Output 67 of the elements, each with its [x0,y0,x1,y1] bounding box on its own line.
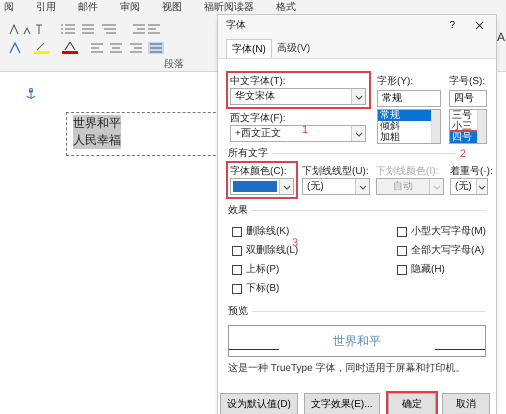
list-option[interactable]: 常规 [378,110,431,121]
dialog-button[interactable]: 文字效果(E)... [304,393,380,414]
behind-text: A [497,29,506,46]
checkbox[interactable] [232,246,242,256]
ribbon-tab[interactable]: 阅 [4,0,14,15]
checkbox[interactable] [397,264,407,274]
checkbox[interactable] [232,226,242,236]
size-field[interactable]: 四号 [449,90,487,107]
field-label: 中文字体(T): [230,75,287,88]
section-heading: 所有文字 [228,146,268,161]
color-picker[interactable] [230,178,294,195]
checkbox-label: 下标(B) [246,282,280,296]
ribbon-tab[interactable]: 邮件 [78,0,98,15]
font-description: 这是一种 TrueType 字体，同时适用于屏幕和打印机。 [228,362,466,376]
scrollbar[interactable] [431,110,440,143]
font-color-icon[interactable] [62,42,78,54]
checkbox-label: 删除线(K) [246,224,290,239]
annotation-number: 1 [302,124,308,136]
ribbon-tab[interactable]: 福昕阅读器 [204,0,254,15]
checkbox-label: 全部大写字母(A) [411,244,484,258]
scrollbar[interactable] [477,110,486,143]
dialog-tab[interactable]: 字体(N) [226,39,272,58]
dropdown-field[interactable]: (无) [302,178,370,195]
section-heading: 效果 [228,204,248,218]
list-option[interactable]: 三号 [450,110,477,121]
field-label: 字形(Y): [377,75,414,88]
checkbox-label: 隐藏(H) [411,262,445,277]
ribbon-tab[interactable]: 格式 [276,0,296,15]
field-label: 下划线颜色(I): [376,165,440,178]
help-button[interactable]: ? [449,18,455,32]
checkbox[interactable] [232,284,242,294]
field-label: 着重号(·): [450,165,493,178]
field-label: 字体颜色(C): [230,165,288,178]
group-label: 段落 [164,58,184,72]
text-effect-icon[interactable] [8,42,22,54]
preview-sample: 世界和平 [332,333,382,350]
checkbox[interactable] [397,246,407,256]
highlighter-icon[interactable] [34,42,50,54]
list-option[interactable]: 小三 [450,121,477,132]
section-heading: 预览 [228,305,248,319]
dialog-button[interactable]: 确定 [388,393,436,414]
option-list[interactable]: 常规 倾斜 加粗 [377,109,441,144]
list-option[interactable]: 倾斜 [378,121,431,132]
dropdown-field[interactable]: (无) [450,178,488,195]
ribbon-tab[interactable]: 视图 [162,0,182,15]
field-label: 下划线线型(U): [302,165,370,178]
list-option[interactable]: 四号 [450,132,477,143]
dropdown-field[interactable]: 华文宋体 [230,88,366,105]
checkbox-label: 小型大写字母(M) [411,224,486,239]
ribbon-tab[interactable]: 审阅 [120,0,140,15]
window-title: 字体 [226,18,247,32]
checkbox[interactable] [232,264,242,274]
dialog-button[interactable]: 取消 [442,393,490,414]
indent-icon[interactable] [132,23,162,35]
field-label: 西文字体(F): [230,112,287,125]
list-option[interactable]: 加粗 [378,132,431,143]
dialog-tab[interactable]: 高级(V) [272,39,316,58]
checkbox[interactable] [397,226,407,236]
field-label: 字号(S): [449,75,486,88]
checkbox-label: 上标(P) [246,262,280,277]
annotation-number: 2 [460,148,466,160]
anchor-icon [26,88,36,100]
close-icon[interactable] [475,20,484,30]
dialog-button[interactable]: 设为默认值(D) [220,393,298,414]
ribbon-tab[interactable]: 引用 [36,0,56,15]
option-list[interactable]: 三号 小三 四号 [449,109,487,144]
style-field[interactable]: 常规 [377,90,441,107]
